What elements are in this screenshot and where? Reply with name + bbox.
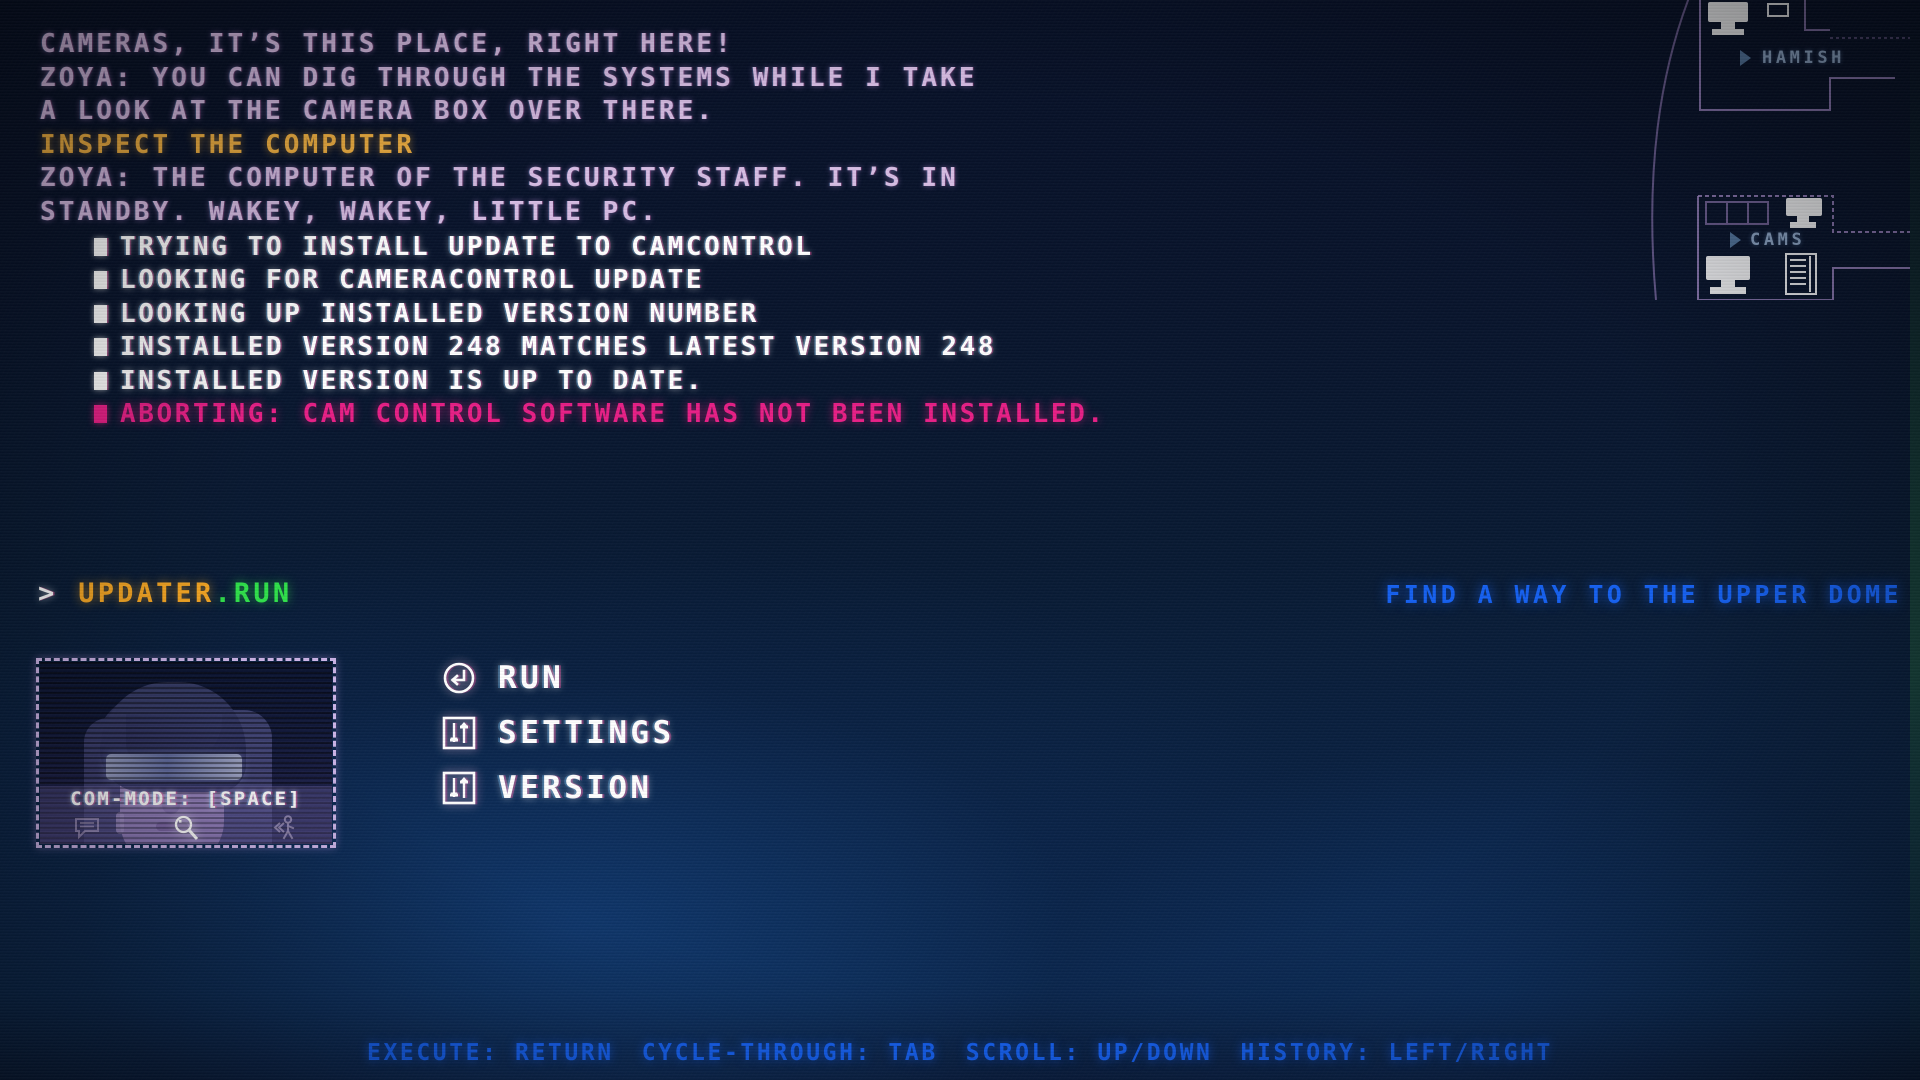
dialogue-line: A LOOK AT THE CAMERA BOX OVER THERE.: [40, 96, 716, 126]
command-input-extension[interactable]: .RUN: [214, 578, 292, 609]
menu-item-label: SETTINGS: [498, 714, 675, 751]
game-screen: CAMERAS, IT’S THIS PLACE, RIGHT HERE! ZO…: [0, 0, 1920, 1080]
hint-scroll: SCROLL: UP/DOWN: [965, 1040, 1213, 1066]
com-mode-label: COM-MODE: [SPACE]: [70, 788, 302, 810]
log-bullet-icon: [94, 271, 107, 290]
objective-text: FIND A WAY TO THE UPPER DOME: [1385, 580, 1902, 609]
terminal-log: CAMERAS, IT’S THIS PLACE, RIGHT HERE! ZO…: [40, 28, 1380, 431]
command-prompt[interactable]: > UPDATER .RUN: [38, 578, 292, 609]
hint-history: HISTORY: LEFT/RIGHT: [1240, 1040, 1553, 1066]
keyboard-hint-bar: EXECUTE: RETURN CYCLE-THROUGH: TAB SCROLL:…: [0, 1040, 1920, 1066]
log-bullet-icon: [94, 371, 107, 390]
dialogue-objective-line: INSPECT THE COMPUTER: [40, 129, 416, 160]
log-entry-list: TRYING TO INSTALL UPDATE TO CAMCONTROL L…: [94, 230, 1380, 431]
log-entry-text: ABORTING: CAM CONTROL SOFTWARE HAS NOT B…: [120, 399, 1106, 430]
log-entry: INSTALLED VERSION 248 MATCHES LATEST VER…: [94, 331, 1380, 365]
log-bullet-icon: [94, 237, 107, 256]
log-entry-text: LOOKING UP INSTALLED VERSION NUMBER: [120, 298, 759, 329]
log-bullet-icon: [94, 405, 107, 424]
prompt-caret-icon: >: [38, 578, 55, 609]
minimap-room-label-hamish: HAMISH: [1762, 48, 1846, 68]
com-mode-bar: COM-MODE: [SPACE]: [40, 786, 332, 844]
minimap-room-label-cams: CAMS: [1750, 230, 1806, 250]
log-entry-text: INSTALLED VERSION IS UP TO DATE.: [120, 365, 705, 396]
log-bullet-icon: [94, 304, 107, 323]
command-menu: RUN SETTINGS VERSION: [440, 650, 675, 815]
log-entry: LOOKING FOR CAMERACONTROL UPDATE: [94, 264, 1380, 298]
log-entry: INSTALLED VERSION IS UP TO DATE.: [94, 364, 1380, 398]
magnifier-icon[interactable]: [171, 813, 201, 843]
menu-item-label: VERSION: [498, 769, 653, 806]
enter-return-icon: [440, 659, 478, 697]
dialogue-line: ZOYA: THE COMPUTER OF THE SECURITY STAFF…: [40, 163, 959, 193]
log-entry-error: ABORTING: CAM CONTROL SOFTWARE HAS NOT B…: [94, 398, 1380, 432]
character-portrait-panel[interactable]: COM-MODE: [SPACE]: [36, 658, 336, 848]
log-entry: LOOKING UP INSTALLED VERSION NUMBER: [94, 297, 1380, 331]
hint-cycle-through: CYCLE-THROUGH: TAB: [641, 1040, 938, 1066]
dialogue-line: CAMERAS, IT’S THIS PLACE, RIGHT HERE!: [40, 29, 734, 59]
command-input-base[interactable]: UPDATER: [78, 578, 214, 609]
log-entry-text: INSTALLED VERSION 248 MATCHES LATEST VER…: [120, 332, 997, 363]
sliders-icon: [440, 769, 478, 807]
dialogue-line: STANDBY. WAKEY, WAKEY, LITTLE PC.: [40, 196, 659, 227]
menu-item-settings[interactable]: SETTINGS: [440, 705, 675, 760]
hint-execute: EXECUTE: RETURN: [367, 1040, 614, 1066]
log-entry-text: LOOKING FOR CAMERACONTROL UPDATE: [120, 265, 705, 296]
log-entry-text: TRYING TO INSTALL UPDATE TO CAMCONTROL: [120, 231, 814, 262]
dialogue-line: ZOYA: YOU CAN DIG THROUGH THE SYSTEMS WH…: [40, 62, 978, 93]
com-mode-icon-row: [50, 812, 322, 844]
move-character-icon[interactable]: [270, 813, 300, 843]
log-bullet-icon: [94, 338, 107, 357]
menu-item-label: RUN: [498, 659, 565, 696]
speech-bubble-icon[interactable]: [72, 813, 102, 843]
minimap: HAMISH CAMS: [1620, 0, 1920, 301]
menu-item-run[interactable]: RUN: [440, 650, 675, 705]
menu-item-version[interactable]: VERSION: [440, 760, 675, 815]
sliders-icon: [440, 714, 478, 752]
log-entry: TRYING TO INSTALL UPDATE TO CAMCONTROL: [94, 230, 1380, 264]
